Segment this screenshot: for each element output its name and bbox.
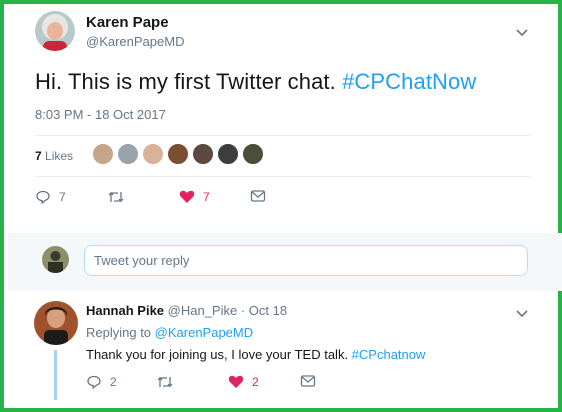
liker-avatar[interactable]	[167, 143, 189, 165]
likes-label: Likes	[45, 149, 74, 163]
tweet-text: Hi. This is my first Twitter chat. #CPCh…	[35, 69, 545, 95]
like-action[interactable]: 7	[179, 189, 210, 204]
liker-avatar[interactable]	[92, 143, 114, 165]
liker-avatar[interactable]	[117, 143, 139, 165]
author-name[interactable]: Karen Pape	[86, 14, 169, 31]
reply-icon	[36, 190, 50, 205]
reply-count: 7	[59, 190, 66, 204]
reply-action[interactable]: 2	[86, 374, 117, 390]
replying-to: Replying to @KarenPapeMD	[86, 325, 253, 340]
chevron-down-icon[interactable]	[515, 25, 531, 41]
reply-action[interactable]: 7	[35, 189, 66, 205]
direct-message-action[interactable]	[250, 189, 266, 203]
like-action[interactable]: 2	[228, 374, 259, 389]
envelope-icon	[300, 375, 316, 387]
reply-date[interactable]: Oct 18	[249, 303, 287, 318]
reply-count: 2	[110, 375, 117, 389]
author-avatar[interactable]	[35, 11, 75, 51]
reply-text-body: Thank you for joining us, I love your TE…	[86, 347, 352, 362]
liker-avatar[interactable]	[242, 143, 264, 165]
hashtag-link[interactable]: #CPchatnow	[352, 347, 426, 362]
heart-icon	[179, 190, 195, 203]
replying-to-link[interactable]: @KarenPapeMD	[155, 325, 253, 340]
liker-avatar[interactable]	[142, 143, 164, 165]
reply-author-name[interactable]: Hannah Pike	[86, 303, 164, 318]
reply-input[interactable]: Tweet your reply	[84, 245, 528, 276]
like-count: 2	[252, 374, 259, 389]
liker-avatar[interactable]	[192, 143, 214, 165]
current-user-avatar[interactable]	[42, 246, 69, 273]
hashtag-link[interactable]: #CPChatNow	[342, 69, 476, 94]
author-handle[interactable]: @KarenPapeMD	[86, 34, 184, 49]
thread-line	[54, 350, 57, 400]
like-count: 7	[203, 189, 210, 204]
reply-author-handle[interactable]: @Han_Pike	[168, 303, 238, 318]
retweet-icon	[108, 191, 124, 203]
retweet-icon	[157, 376, 173, 388]
likes-count: 7	[35, 149, 42, 163]
envelope-icon	[250, 190, 266, 202]
divider	[35, 135, 530, 136]
heart-icon	[228, 375, 244, 388]
tweet-timestamp[interactable]: 8:03 PM - 18 Oct 2017	[35, 107, 166, 122]
tweet-text-body: Hi. This is my first Twitter chat.	[35, 69, 343, 94]
liker-avatar[interactable]	[217, 143, 239, 165]
reply-header: Hannah Pike @Han_Pike · Oct 18	[86, 303, 287, 318]
direct-message-action[interactable]	[300, 374, 316, 388]
tweet-card: Karen Pape @KarenPapeMD Hi. This is my f…	[0, 0, 562, 412]
reply-text: Thank you for joining us, I love your TE…	[86, 347, 425, 362]
chevron-down-icon[interactable]	[515, 306, 531, 322]
retweet-action[interactable]	[107, 189, 133, 205]
replying-prefix: Replying to	[86, 325, 155, 340]
reply-author-avatar[interactable]	[34, 301, 78, 345]
separator: ·	[237, 303, 249, 318]
likes-summary[interactable]: 7 Likes	[35, 149, 73, 163]
reply-icon	[87, 375, 101, 390]
divider	[35, 176, 530, 177]
retweet-action[interactable]	[156, 374, 182, 390]
